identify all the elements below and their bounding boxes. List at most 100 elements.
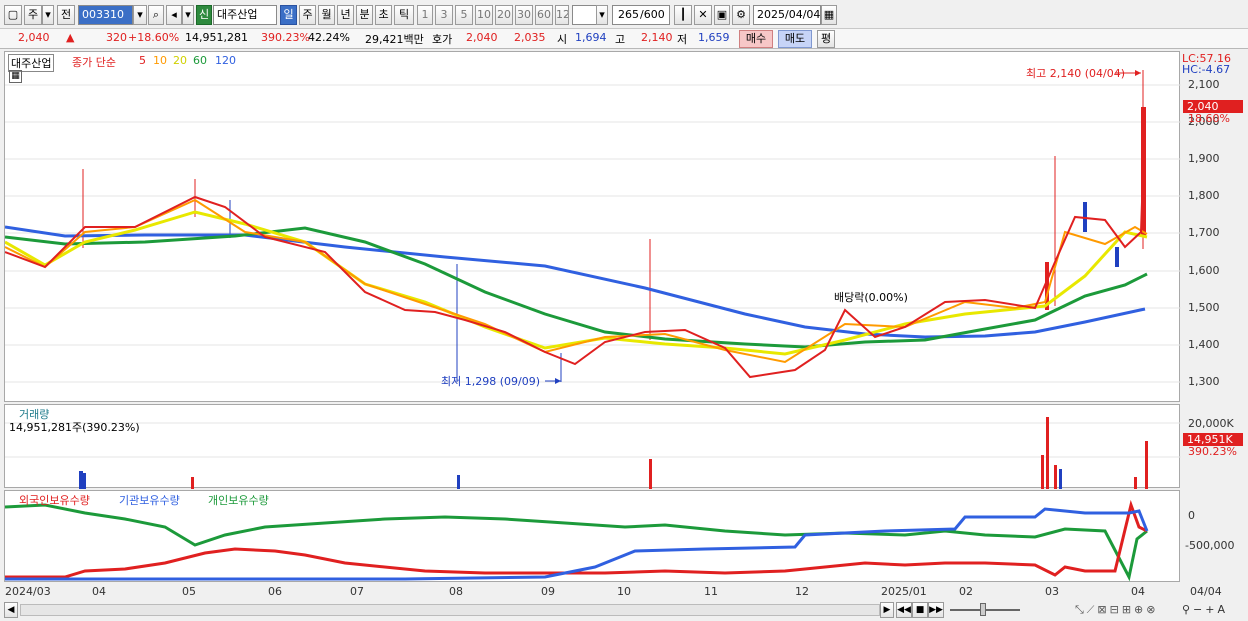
ma60-line xyxy=(5,226,1148,349)
interval-5-button[interactable]: 5 xyxy=(455,5,473,25)
stop-icon[interactable]: ■ xyxy=(912,602,928,618)
high-annotation: 최고 2,140 (04/04) xyxy=(1026,67,1126,80)
legend-ma-label: 종가 단순 xyxy=(72,54,116,70)
volume-panel[interactable]: 거래량 14,951,281주(390.23%) xyxy=(4,404,1181,489)
ma10-line xyxy=(5,198,1148,364)
low-label: 저 xyxy=(677,33,688,46)
period-month-button[interactable]: 월 xyxy=(318,5,335,25)
sell-button[interactable]: 매도 xyxy=(778,30,812,48)
interval-dropdown-icon[interactable]: ▾ xyxy=(596,5,608,25)
candle-icon[interactable]: ┃ xyxy=(674,5,692,25)
save-icon[interactable]: ▣ xyxy=(714,5,730,25)
y-tick-1400: 1,400 xyxy=(1188,338,1220,351)
ex-dividend-annotation: 배당락(0.00%) xyxy=(834,291,908,304)
interval-20-button[interactable]: 20 xyxy=(495,5,513,25)
x-tick: 11 xyxy=(704,585,718,598)
quote-bar: 2,040 ▲ 320 +18.60% 14,951,281 390.23% 4… xyxy=(0,29,1248,49)
window-icon[interactable]: ▢ xyxy=(4,5,22,25)
holdings-svg xyxy=(5,499,1149,582)
volume-svg xyxy=(5,417,1181,489)
volume-readout: 14,951,281주(390.23%) xyxy=(9,421,140,434)
date-input[interactable]: 2025/04/04 xyxy=(753,5,821,25)
period-second-button[interactable]: 초 xyxy=(375,5,392,25)
horizontal-scrollbar[interactable] xyxy=(20,604,880,616)
turnover-rate: 42.24% xyxy=(308,31,350,44)
period-minute-button[interactable]: 분 xyxy=(356,5,373,25)
price-change-pct: +18.60% xyxy=(128,31,180,44)
price-gridlines xyxy=(5,84,1181,383)
period-year-button[interactable]: 년 xyxy=(337,5,354,25)
legend-ma5: 5 xyxy=(139,54,146,67)
high-label: 고 xyxy=(615,33,626,46)
bid-price: 2,035 xyxy=(514,31,546,44)
x-tick: 2024/03 xyxy=(5,585,51,598)
code-dropdown-icon[interactable]: ▾ xyxy=(133,5,147,25)
interval-3-button[interactable]: 3 xyxy=(435,5,453,25)
y-tick-1600: 1,600 xyxy=(1188,264,1220,277)
low-annotation: 최저 1,298 (09/09) xyxy=(441,375,541,388)
grid-toggle-icon[interactable]: ▦ xyxy=(9,70,22,83)
new-badge: 신 xyxy=(196,5,212,25)
interval-60-button[interactable]: 60 xyxy=(535,5,553,25)
legend-individual: 개인보유수량 xyxy=(208,494,269,507)
calendar-icon[interactable]: ▦ xyxy=(821,5,837,25)
toolbar: ▢ 주 ▾ 전 003310 ▾ ⌕ ◂ ▾ 신 대주산업 일 주 월 년 분 … xyxy=(0,0,1248,29)
rewind-icon[interactable]: ◀◀ xyxy=(896,602,912,618)
y-tick-2100: 2,100 xyxy=(1188,78,1220,91)
interval-10-button[interactable]: 10 xyxy=(475,5,493,25)
x-tick: 03 xyxy=(1045,585,1059,598)
play-icon[interactable]: ▶▶ xyxy=(928,602,944,618)
stock-code-input[interactable]: 003310 xyxy=(78,5,133,25)
x-tick: 05 xyxy=(182,585,196,598)
interval-120-button[interactable]: 120 xyxy=(555,5,569,25)
legend-ma20: 20 xyxy=(173,54,187,67)
speaker-dropdown-icon[interactable]: ▾ xyxy=(182,5,194,25)
x-tick: 04 xyxy=(92,585,106,598)
ma120-line xyxy=(5,225,1146,339)
period-week-button[interactable]: 주 xyxy=(299,5,316,25)
holdings-panel[interactable]: 외국인보유수량 기관보유수량 개인보유수량 xyxy=(4,490,1180,582)
open-price: 1,694 xyxy=(575,31,607,44)
x-tick-right: 04/04 xyxy=(1190,585,1222,598)
zoom-controls-icon[interactable]: ⚲−+A xyxy=(1182,603,1228,616)
price-chart-panel[interactable]: 대주산업 종가 단순 5 10 20 60 120 ▦ 최고 2,140 (04… xyxy=(4,51,1181,402)
speaker-icon[interactable]: ◂ xyxy=(166,5,182,25)
y-tick-1900: 1,900 xyxy=(1188,152,1220,165)
x-tick: 07 xyxy=(350,585,364,598)
y-tick-1700: 1,700 xyxy=(1188,226,1220,239)
scroll-left-icon[interactable]: ◀ xyxy=(4,602,18,618)
crosshair-icon[interactable]: ✕ xyxy=(694,5,712,25)
scroll-right-icon[interactable]: ▶ xyxy=(880,602,894,618)
interval-1-button[interactable]: 1 xyxy=(417,5,433,25)
period-tick-button[interactable]: 틱 xyxy=(394,5,414,25)
x-tick: 04 xyxy=(1131,585,1145,598)
current-pct-tag: 18.60% xyxy=(1188,112,1230,125)
trade-amount: 29,421백만 xyxy=(365,33,424,46)
evaluate-button[interactable]: 평 xyxy=(817,30,835,48)
x-tick: 12 xyxy=(795,585,809,598)
x-tick: 2025/01 xyxy=(881,585,927,598)
x-tick: 06 xyxy=(268,585,282,598)
zoom-slider-handle[interactable] xyxy=(980,603,986,616)
buy-button[interactable]: 매수 xyxy=(739,30,773,48)
interval-30-button[interactable]: 30 xyxy=(515,5,533,25)
volume-pct-tag: 390.23% xyxy=(1188,445,1237,458)
y-tick-1300: 1,300 xyxy=(1188,375,1220,388)
gear-icon[interactable]: ⚙ xyxy=(732,5,750,25)
market-dropdown-icon[interactable]: ▾ xyxy=(42,5,54,25)
holdings-y-tick-neg: -500,000 xyxy=(1185,539,1235,552)
x-tick: 08 xyxy=(449,585,463,598)
volume-y-tick: 20,000K xyxy=(1188,417,1234,430)
low-price: 1,659 xyxy=(698,31,730,44)
high-price: 2,140 xyxy=(641,31,673,44)
price-chart-svg xyxy=(5,70,1181,384)
count-total-label: /600 xyxy=(640,8,665,21)
drawing-tools-icons[interactable]: ⤡⟋⊠⊟⊞⊕⊗ xyxy=(1075,603,1158,617)
prev-button[interactable]: 전 xyxy=(57,5,75,25)
ask-price: 2,040 xyxy=(466,31,498,44)
legend-ma60: 60 xyxy=(193,54,207,67)
period-day-button[interactable]: 일 xyxy=(280,5,297,25)
search-icon[interactable]: ⌕ xyxy=(148,5,164,25)
stock-name-field: 대주산업 xyxy=(213,5,277,25)
market-button[interactable]: 주 xyxy=(24,5,42,25)
